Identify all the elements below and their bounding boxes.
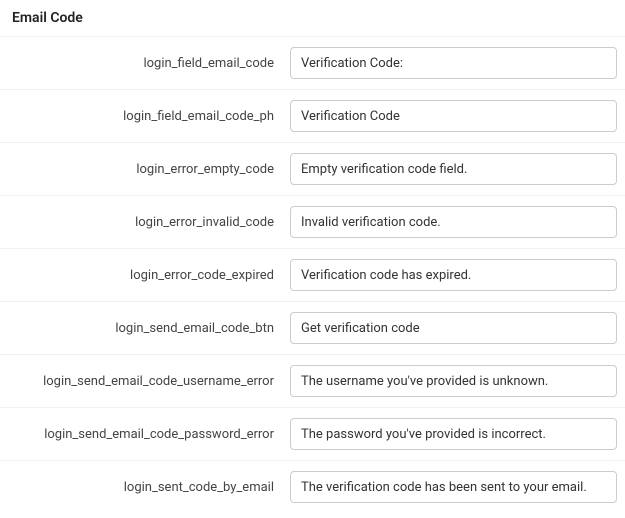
setting-value-field bbox=[290, 153, 617, 185]
setting-key-label: login_send_email_code_password_error bbox=[8, 427, 290, 442]
setting-value-input[interactable] bbox=[290, 100, 617, 132]
setting-value-input[interactable] bbox=[290, 153, 617, 185]
setting-value-field bbox=[290, 365, 617, 397]
setting-row: login_send_email_code_username_error bbox=[0, 354, 625, 407]
setting-value-input[interactable] bbox=[290, 471, 617, 503]
setting-row: login_send_email_code_password_error bbox=[0, 407, 625, 460]
setting-key-label: login_field_email_code bbox=[8, 56, 290, 71]
setting-value-input[interactable] bbox=[290, 418, 617, 450]
setting-key-label: login_sent_code_by_email bbox=[8, 480, 290, 495]
setting-key-label: login_field_email_code_ph bbox=[8, 109, 290, 124]
setting-key-label: login_send_email_code_btn bbox=[8, 321, 290, 336]
setting-value-field bbox=[290, 418, 617, 450]
setting-row: login_field_email_code bbox=[0, 36, 625, 89]
setting-row: login_error_code_expired bbox=[0, 248, 625, 301]
setting-value-input[interactable] bbox=[290, 47, 617, 79]
setting-value-field bbox=[290, 312, 617, 344]
section-title: Email Code bbox=[0, 0, 625, 36]
setting-key-label: login_error_empty_code bbox=[8, 162, 290, 177]
setting-value-input[interactable] bbox=[290, 312, 617, 344]
setting-row: login_field_email_code_ph bbox=[0, 89, 625, 142]
setting-key-label: login_error_invalid_code bbox=[8, 215, 290, 230]
setting-value-field bbox=[290, 471, 617, 503]
setting-value-field bbox=[290, 100, 617, 132]
setting-value-input[interactable] bbox=[290, 259, 617, 291]
setting-row: login_error_invalid_code bbox=[0, 195, 625, 248]
setting-row: login_error_empty_code bbox=[0, 142, 625, 195]
setting-key-label: login_send_email_code_username_error bbox=[8, 374, 290, 389]
setting-row: login_sent_code_by_email bbox=[0, 460, 625, 513]
setting-value-field bbox=[290, 206, 617, 238]
setting-value-field bbox=[290, 259, 617, 291]
setting-value-input[interactable] bbox=[290, 206, 617, 238]
setting-value-field bbox=[290, 47, 617, 79]
setting-value-input[interactable] bbox=[290, 365, 617, 397]
setting-row: login_send_email_code_btn bbox=[0, 301, 625, 354]
setting-key-label: login_error_code_expired bbox=[8, 268, 290, 283]
